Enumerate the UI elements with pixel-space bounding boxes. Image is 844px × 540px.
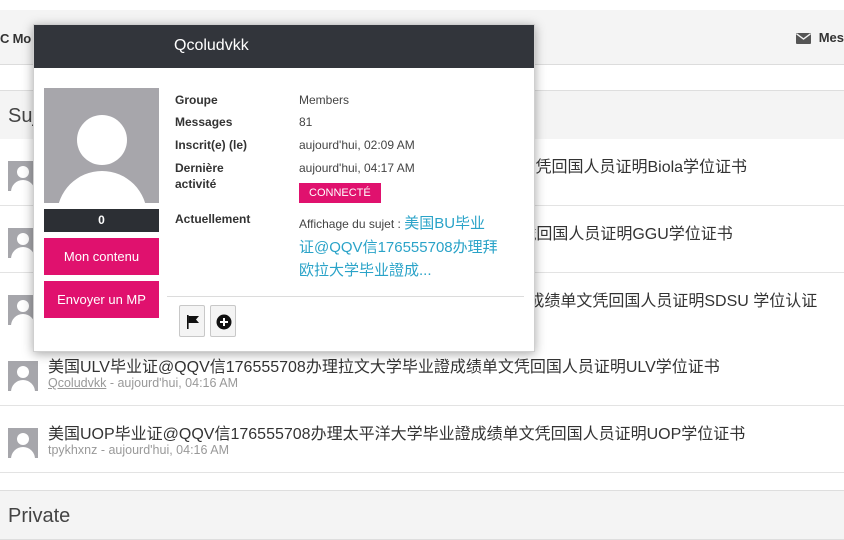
- registered-value: aujourd'hui, 02:09 AM: [299, 138, 415, 152]
- topic-meta: Qcoludvkk - aujourd'hui, 04:16 AM: [48, 376, 238, 390]
- envelope-icon: [795, 32, 811, 44]
- registered-label: Inscrit(e) (le): [175, 138, 248, 152]
- user-avatar[interactable]: [44, 88, 159, 203]
- last-activity-value: aujourd'hui, 04:17 AM: [299, 161, 415, 175]
- group-value: Members: [299, 93, 350, 107]
- send-pm-button[interactable]: Envoyer un MP: [44, 281, 159, 318]
- last-activity-label: Dernière activité: [175, 161, 224, 191]
- topic-author-link[interactable]: Qcoludvkk: [48, 376, 106, 390]
- nav-item-messages[interactable]: Mes: [795, 30, 844, 45]
- nav-item-left[interactable]: C Mo: [0, 31, 31, 46]
- topic-title[interactable]: 美国ULV毕业证@QQV信176555708办理拉文大学毕业證成绩单文凭回国人员…: [48, 353, 720, 377]
- flag-icon: [187, 315, 199, 329]
- nav-messages-label: Mes: [818, 30, 844, 45]
- current-activity-label: Actuellement: [175, 212, 251, 226]
- messages-value: 81: [299, 115, 313, 129]
- topic-time: - aujourd'hui, 04:16 AM: [106, 376, 238, 390]
- status-badge: CONNECTÉ: [299, 183, 381, 203]
- topic-author-link[interactable]: tpykhxnz: [48, 443, 97, 457]
- topic-time: - aujourd'hui, 04:16 AM: [97, 443, 229, 457]
- topic-row[interactable]: 美国UOP毕业证@QQV信176555708办理太平洋大学毕业證成绩单文凭回国人…: [0, 406, 844, 473]
- divider: [167, 296, 524, 297]
- plus-circle-icon: [216, 314, 232, 330]
- report-button[interactable]: [179, 305, 205, 337]
- avatar[interactable]: [8, 428, 38, 458]
- current-activity-prefix: Affichage du sujet :: [299, 217, 405, 231]
- group-label: Groupe: [175, 93, 218, 107]
- section-title: Private: [8, 505, 71, 527]
- section-header-private: Private: [0, 490, 844, 540]
- hovercard-username[interactable]: Qcoludvkk: [174, 37, 249, 55]
- my-content-button[interactable]: Mon contenu: [44, 238, 159, 275]
- hovercard-header: Qcoludvkk: [34, 25, 534, 68]
- follow-button[interactable]: [210, 305, 236, 337]
- topic-title[interactable]: 美国UOP毕业证@QQV信176555708办理太平洋大学毕业證成绩单文凭回国人…: [48, 420, 745, 444]
- reputation-badge: 0: [44, 209, 159, 232]
- topic-meta: tpykhxnz - aujourd'hui, 04:16 AM: [48, 443, 229, 457]
- user-hovercard: Qcoludvkk 0 Mon contenu Envoyer un MP Gr…: [33, 24, 535, 352]
- current-activity: Affichage du sujet : 美国BU毕业证@QQV信1765557…: [299, 212, 499, 282]
- messages-label: Messages: [175, 115, 233, 129]
- avatar[interactable]: [8, 361, 38, 391]
